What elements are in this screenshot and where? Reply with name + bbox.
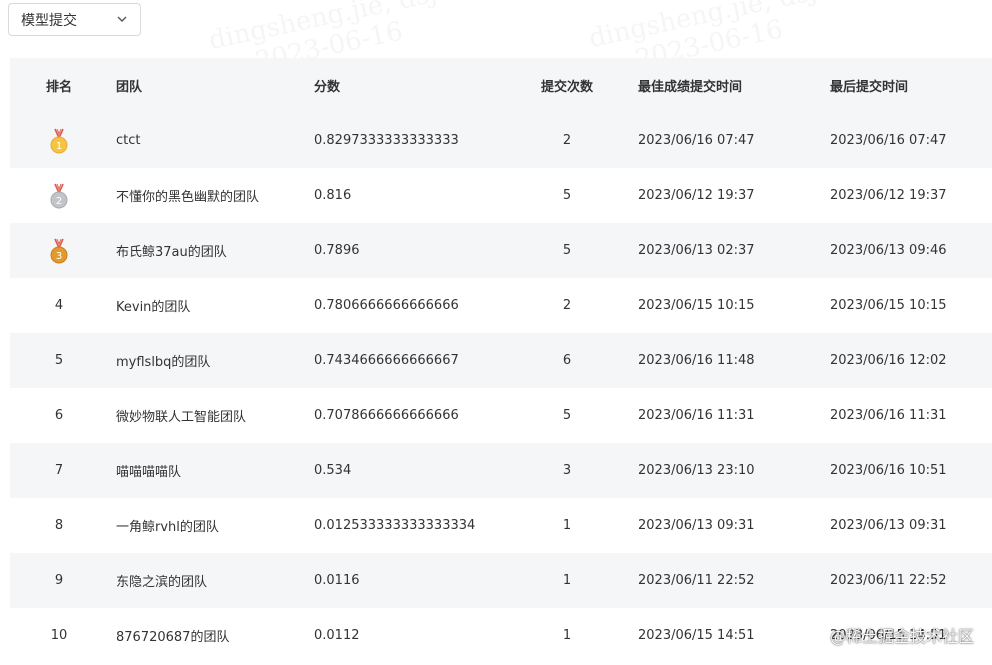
- rank-cell: 3: [10, 223, 108, 278]
- rank-label: 8: [54, 518, 64, 533]
- submission-count-cell: 2: [498, 113, 636, 168]
- chevron-down-icon: [117, 16, 127, 22]
- select-value: 模型提交: [21, 12, 77, 29]
- score-cell: 0.534: [306, 443, 498, 498]
- gold-medal-icon: 1: [50, 128, 68, 153]
- best-time-cell: 2023/06/12 19:37: [636, 168, 828, 223]
- table-row: 2 不懂你的黑色幽默的团队 0.816 5 2023/06/12 19:37 2023/0…: [10, 168, 992, 223]
- team-cell: Kevin的团队: [108, 278, 306, 333]
- header-last-time[interactable]: 最后提交时间: [828, 58, 992, 113]
- best-time-cell: 2023/06/16 11:48: [636, 333, 828, 388]
- header-best-time[interactable]: 最佳成绩提交时间: [636, 58, 828, 113]
- rank-label: 7: [54, 463, 64, 478]
- best-time-cell: 2023/06/16 07:47: [636, 113, 828, 168]
- rank-cell: 5: [10, 333, 108, 388]
- best-time-cell: 2023/06/15 14:51: [636, 608, 828, 663]
- team-cell: 微妙物联人工智能团队: [108, 388, 306, 443]
- best-time-cell: 2023/06/13 23:10: [636, 443, 828, 498]
- team-cell: 布氏鲸37au的团队: [108, 223, 306, 278]
- medal-rank-label: 3: [56, 251, 62, 262]
- leaderboard-page: dingsheng.jie, dsj 2023-06-16 dingsheng.…: [0, 0, 992, 665]
- team-cell: 一角鲸rvhl的团队: [108, 498, 306, 553]
- medal-rank-label: 1: [56, 141, 62, 152]
- best-time-cell: 2023/06/16 11:31: [636, 388, 828, 443]
- table-row: 10 876720687的团队 0.0112 1 2023/06/15 14:51 202…: [10, 608, 992, 663]
- rank-cell: 10: [10, 608, 108, 663]
- best-time-cell: 2023/06/15 10:15: [636, 278, 828, 333]
- table-row: 3 布氏鲸37au的团队 0.7896 5 2023/06/13 02:37 2023/0…: [10, 223, 992, 278]
- last-time-cell: 2023/06/16 11:31: [828, 388, 992, 443]
- table-row: 5 myflslbq的团队 0.7434666666666667 6 2023/06/1…: [10, 333, 992, 388]
- submission-count-cell: 6: [498, 333, 636, 388]
- header-team[interactable]: 团队: [108, 58, 306, 113]
- submission-type-select[interactable]: 模型提交: [8, 3, 141, 36]
- submission-count-cell: 5: [498, 388, 636, 443]
- table-row: 9 东隐之滨的团队 0.0116 1 2023/06/11 22:52 2023/06/1…: [10, 553, 992, 608]
- team-cell: 东隐之滨的团队: [108, 553, 306, 608]
- score-cell: 0.7434666666666667: [306, 333, 498, 388]
- last-time-cell: 2023/06/13 09:31: [828, 498, 992, 553]
- rank-cell: 8: [10, 498, 108, 553]
- submission-count-cell: 1: [498, 608, 636, 663]
- rank-cell: 2: [10, 168, 108, 223]
- score-cell: 0.0112: [306, 608, 498, 663]
- score-cell: 0.7896: [306, 223, 498, 278]
- medal-rank-label: 2: [56, 196, 62, 207]
- submission-count-cell: 3: [498, 443, 636, 498]
- best-time-cell: 2023/06/13 09:31: [636, 498, 828, 553]
- last-time-cell: 2023/06/16 10:51: [828, 443, 992, 498]
- leaderboard-table: 排名 团队 分数 提交次数 最佳成绩提交时间 最后提交时间 1 ctct 0.829…: [10, 58, 992, 663]
- rank-label: 6: [54, 408, 64, 423]
- submission-count-cell: 5: [498, 168, 636, 223]
- bronze-medal-icon: 3: [50, 238, 68, 263]
- team-cell: ctct: [108, 113, 306, 168]
- score-cell: 0.012533333333333334: [306, 498, 498, 553]
- best-time-cell: 2023/06/13 02:37: [636, 223, 828, 278]
- score-cell: 0.0116: [306, 553, 498, 608]
- rank-cell: 1: [10, 113, 108, 168]
- team-cell: 不懂你的黑色幽默的团队: [108, 168, 306, 223]
- submission-count-cell: 2: [498, 278, 636, 333]
- last-time-cell: 2023/06/11 22:52: [828, 553, 992, 608]
- last-time-cell: 2023/06/16 07:47: [828, 113, 992, 168]
- submission-count-cell: 1: [498, 553, 636, 608]
- team-cell: 876720687的团队: [108, 608, 306, 663]
- score-cell: 0.7078666666666666: [306, 388, 498, 443]
- best-time-cell: 2023/06/11 22:52: [636, 553, 828, 608]
- rank-cell: 7: [10, 443, 108, 498]
- last-time-cell: 2023/06/13 09:46: [828, 223, 992, 278]
- table-row: 1 ctct 0.8297333333333333 2 2023/06/16 07:47…: [10, 113, 992, 168]
- rank-cell: 4: [10, 278, 108, 333]
- rank-cell: 9: [10, 553, 108, 608]
- rank-label: 9: [54, 573, 64, 588]
- header-score[interactable]: 分数: [306, 58, 498, 113]
- score-cell: 0.8297333333333333: [306, 113, 498, 168]
- last-time-cell: 2023/06/15 14:51: [828, 608, 992, 663]
- rank-label: 10: [50, 628, 68, 643]
- rank-cell: 6: [10, 388, 108, 443]
- header-rank[interactable]: 排名: [10, 58, 108, 113]
- last-time-cell: 2023/06/16 12:02: [828, 333, 992, 388]
- submission-count-cell: 5: [498, 223, 636, 278]
- table-row: 7 喵喵喵喵队 0.534 3 2023/06/13 23:10 2023/06/16 1…: [10, 443, 992, 498]
- silver-medal-icon: 2: [50, 183, 68, 208]
- rank-label: 5: [54, 353, 64, 368]
- last-time-cell: 2023/06/15 10:15: [828, 278, 992, 333]
- submission-count-cell: 1: [498, 498, 636, 553]
- table-row: 8 一角鲸rvhl的团队 0.012533333333333334 1 2023/06/…: [10, 498, 992, 553]
- score-cell: 0.7806666666666666: [306, 278, 498, 333]
- table-row: 4 Kevin的团队 0.7806666666666666 2 2023/06/15 1…: [10, 278, 992, 333]
- table-header-row: 排名 团队 分数 提交次数 最佳成绩提交时间 最后提交时间: [10, 58, 992, 113]
- team-cell: myflslbq的团队: [108, 333, 306, 388]
- team-cell: 喵喵喵喵队: [108, 443, 306, 498]
- rank-label: 4: [54, 298, 64, 313]
- header-submission-count[interactable]: 提交次数: [498, 58, 636, 113]
- score-cell: 0.816: [306, 168, 498, 223]
- table-row: 6 微妙物联人工智能团队 0.7078666666666666 5 2023/06/16…: [10, 388, 992, 443]
- last-time-cell: 2023/06/12 19:37: [828, 168, 992, 223]
